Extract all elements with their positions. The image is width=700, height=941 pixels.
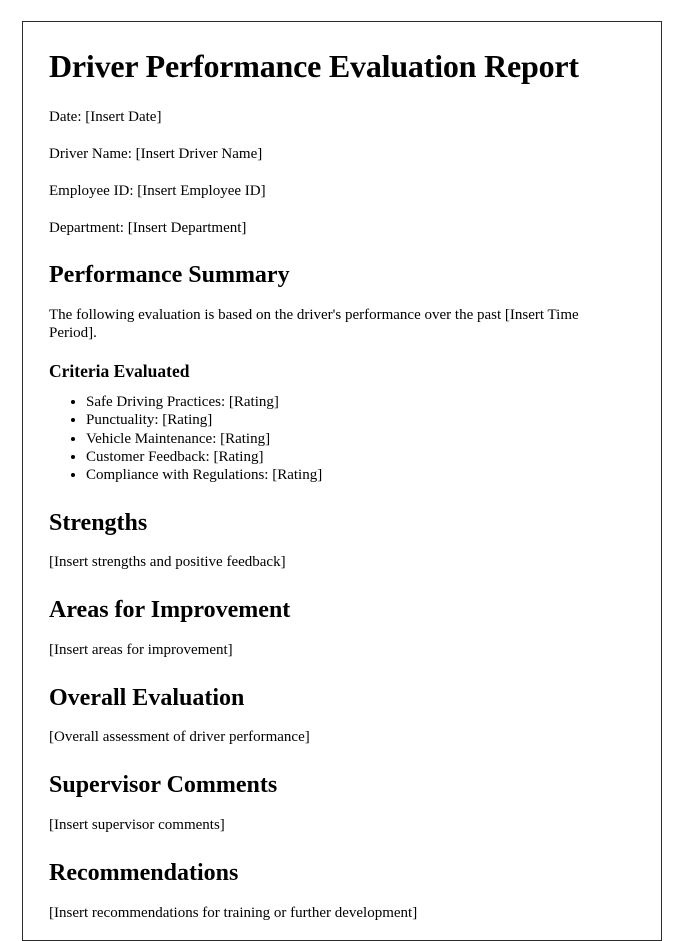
section-heading-performance-summary: Performance Summary xyxy=(49,261,290,288)
page-title: Driver Performance Evaluation Report xyxy=(49,48,579,84)
list-item: Vehicle Maintenance: [Rating] xyxy=(86,430,635,448)
section-heading-strengths: Strengths xyxy=(49,509,148,536)
list-item: Safe Driving Practices: [Rating] xyxy=(86,393,635,411)
section-body-overall-evaluation: [Overall assessment of driver performanc… xyxy=(49,729,310,746)
list-item: Punctuality: [Rating] xyxy=(86,411,635,429)
sub-heading-criteria-evaluated: Criteria Evaluated xyxy=(49,361,190,382)
list-item: Compliance with Regulations: [Rating] xyxy=(86,466,635,484)
section-supervisor-comments: Supervisor Comments [Insert supervisor c… xyxy=(49,771,635,835)
section-body-strengths: [Insert strengths and positive feedback] xyxy=(49,554,286,571)
section-heading-overall-evaluation: Overall Evaluation xyxy=(49,684,245,711)
criteria-list: Safe Driving Practices: [Rating] Punctua… xyxy=(49,393,635,484)
meta-field-driver-name: Driver Name: [Insert Driver Name] xyxy=(49,145,263,162)
meta-field-employee-id: Employee ID: [Insert Employee ID] xyxy=(49,182,266,199)
section-body-supervisor-comments: [Insert supervisor comments] xyxy=(49,816,225,833)
section-areas-for-improvement: Areas for Improvement [Insert areas for … xyxy=(49,596,635,660)
list-item: Customer Feedback: [Rating] xyxy=(86,448,635,466)
document-metadata: Date: [Insert Date] Driver Name: [Insert… xyxy=(49,108,635,237)
section-strengths: Strengths [Insert strengths and positive… xyxy=(49,509,635,573)
meta-field-date: Date: [Insert Date] xyxy=(49,108,162,125)
section-recommendations: Recommendations [Insert recommendations … xyxy=(49,859,635,923)
meta-field-department: Department: [Insert Department] xyxy=(49,219,247,236)
section-performance-summary: Performance Summary The following evalua… xyxy=(49,261,635,485)
section-heading-recommendations: Recommendations xyxy=(49,859,239,886)
section-heading-areas-for-improvement: Areas for Improvement xyxy=(49,597,291,624)
section-body-recommendations: [Insert recommendations for training or … xyxy=(49,904,418,921)
document-page: Driver Performance Evaluation Report Dat… xyxy=(22,21,662,941)
section-overall-evaluation: Overall Evaluation [Overall assessment o… xyxy=(49,684,635,748)
section-body-areas-for-improvement: [Insert areas for improvement] xyxy=(49,641,233,658)
document-body: Driver Performance Evaluation Report Dat… xyxy=(23,22,661,922)
performance-summary-intro: The following evaluation is based on the… xyxy=(49,306,579,342)
section-heading-supervisor-comments: Supervisor Comments xyxy=(49,772,278,799)
